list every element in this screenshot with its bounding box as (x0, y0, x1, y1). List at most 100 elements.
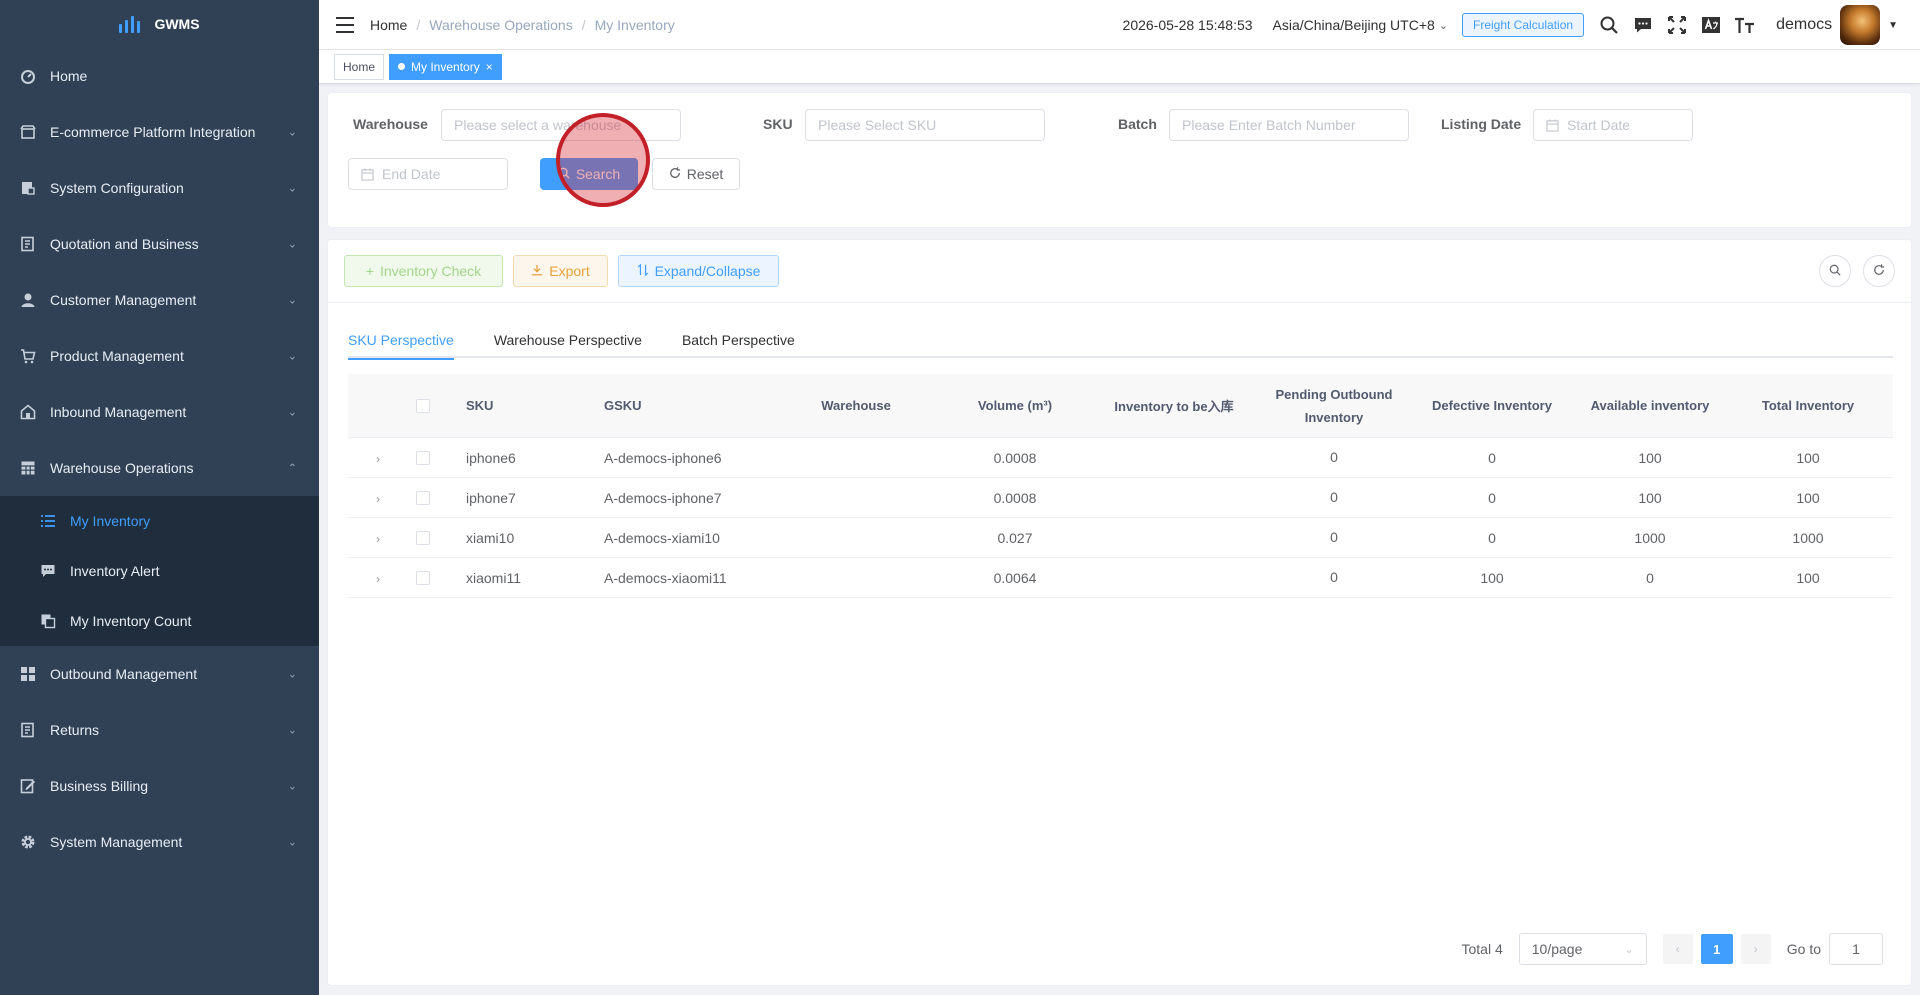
refresh-button[interactable] (1863, 255, 1895, 287)
font-size-icon[interactable] (1734, 14, 1756, 36)
tag-label: My Inventory (411, 59, 480, 74)
tab-sku-perspective[interactable]: SKU Perspective (348, 322, 454, 360)
sidebar-item-ecommerce[interactable]: E-commerce Platform Integration ⌄ (0, 104, 319, 160)
close-icon[interactable]: × (486, 60, 493, 74)
cell-total: 100 (1796, 449, 1820, 466)
sidebar-item-outbound-management[interactable]: Outbound Management ⌄ (0, 646, 319, 702)
app-name: GWMS (154, 16, 200, 32)
row-checkbox[interactable] (416, 530, 430, 545)
grid-icon (20, 666, 36, 682)
row-checkbox[interactable] (416, 570, 430, 585)
dashboard-icon (20, 68, 36, 84)
sidebar-item-label: E-commerce Platform Integration (50, 124, 256, 140)
search-icon (1829, 263, 1841, 279)
cell-volume: 0.027 (997, 529, 1033, 546)
timezone-select[interactable]: Asia/China/Beijing UTC+8 ⌄ (1273, 17, 1448, 33)
warehouse-icon (20, 404, 36, 420)
tab-batch-perspective[interactable]: Batch Perspective (682, 322, 795, 358)
fullscreen-icon[interactable] (1666, 14, 1688, 36)
cart-icon (20, 348, 36, 364)
search-button-label: Search (575, 166, 621, 182)
freight-calculation-button[interactable]: Freight Calculation (1462, 13, 1585, 37)
tag-my-inventory[interactable]: My Inventory × (389, 53, 502, 80)
expand-row-icon[interactable]: › (376, 532, 380, 546)
cell-gsku: A-democs-iphone7 (604, 489, 722, 506)
cell-available: 0 (1646, 569, 1654, 586)
sku-select[interactable]: Please Select SKU (805, 109, 1045, 141)
expand-collapse-button[interactable]: Expand/Collapse (618, 255, 779, 287)
chevron-up-icon: ⌃ (287, 462, 297, 475)
list-icon (40, 513, 56, 529)
refresh-icon (1873, 263, 1885, 279)
download-icon (531, 263, 543, 279)
chevron-down-icon: ⌄ (287, 780, 297, 793)
col-header-to-be-inbound: Inventory to be入库 (1114, 399, 1234, 414)
search-icon[interactable] (1598, 14, 1620, 36)
export-label: Export (549, 263, 590, 279)
perspective-tabs: SKU Perspective Warehouse Perspective Ba… (348, 322, 1893, 360)
chevron-down-icon: ⌄ (287, 238, 297, 251)
reset-button-label: Reset (686, 166, 724, 182)
select-all-checkbox[interactable] (416, 398, 430, 413)
avatar[interactable] (1840, 5, 1881, 45)
row-checkbox[interactable] (416, 450, 430, 465)
sidebar-item-product-management[interactable]: Product Management ⌄ (0, 328, 319, 384)
sidebar-subitem-inventory-alert[interactable]: Inventory Alert (0, 546, 319, 596)
expand-row-icon[interactable]: › (376, 572, 380, 586)
prev-page-button[interactable]: ‹ (1662, 934, 1693, 964)
hamburger-menu-icon[interactable] (336, 16, 354, 33)
message-icon[interactable] (1632, 14, 1654, 36)
app-logo[interactable]: GWMS (0, 0, 319, 48)
sidebar-subitem-my-inventory[interactable]: My Inventory (0, 496, 319, 546)
export-button[interactable]: Export (513, 255, 608, 287)
col-header-sku: SKU (466, 398, 494, 413)
end-date-input[interactable]: End Date (348, 158, 508, 190)
sidebar-item-quotation[interactable]: Quotation and Business ⌄ (0, 216, 319, 272)
sidebar-subitem-label: Inventory Alert (70, 563, 160, 579)
batch-label: Batch (1118, 116, 1157, 132)
action-toolbar: + Inventory Check Export Expand/Collapse (344, 255, 779, 287)
search-button[interactable]: Search (540, 158, 638, 190)
breadcrumb-item-home[interactable]: Home (370, 17, 407, 33)
reset-button[interactable]: Reset (652, 158, 740, 190)
warehouse-select[interactable]: Please select a warehouse (441, 109, 681, 141)
sidebar-item-home[interactable]: Home (0, 48, 319, 104)
toggle-search-button[interactable] (1819, 255, 1851, 287)
sidebar-item-label: System Configuration (50, 180, 184, 196)
sidebar-item-system-configuration[interactable]: System Configuration ⌄ (0, 160, 319, 216)
return-icon (20, 722, 36, 738)
expand-row-icon[interactable]: › (376, 452, 380, 466)
translate-icon[interactable] (1700, 14, 1722, 36)
sidebar-item-returns[interactable]: Returns ⌄ (0, 702, 319, 758)
username[interactable]: democs (1776, 16, 1832, 34)
sidebar-item-customer-management[interactable]: Customer Management ⌄ (0, 272, 319, 328)
sidebar-item-warehouse-operations[interactable]: Warehouse Operations ⌃ (0, 440, 319, 496)
cell-available: 1000 (1634, 529, 1666, 546)
sidebar-item-label: Home (50, 68, 88, 84)
page-number-1[interactable]: 1 (1700, 934, 1733, 964)
tab-warehouse-perspective[interactable]: Warehouse Perspective (494, 322, 642, 358)
start-date-input[interactable]: Start Date (1533, 109, 1693, 141)
sidebar-item-label: Business Billing (50, 778, 149, 794)
row-checkbox[interactable] (416, 490, 430, 505)
sidebar-item-label: Returns (50, 722, 100, 738)
tag-home[interactable]: Home (334, 53, 385, 80)
sort-icon (637, 263, 649, 279)
batch-input[interactable]: Please Enter Batch Number (1169, 109, 1409, 141)
caret-down-icon[interactable]: ▼ (1888, 20, 1898, 31)
goto-page-input[interactable] (1829, 933, 1883, 965)
sidebar-item-business-billing[interactable]: Business Billing ⌄ (0, 758, 319, 814)
expand-row-icon[interactable]: › (376, 492, 380, 506)
sku-label: SKU (763, 116, 793, 132)
page-size-select[interactable]: 10/page ⌄ (1518, 933, 1647, 965)
chevron-down-icon: ⌄ (287, 182, 297, 195)
next-page-button[interactable]: › (1740, 934, 1771, 964)
table-tools (1819, 255, 1895, 287)
document-icon (20, 236, 36, 252)
sidebar-item-inbound-management[interactable]: Inbound Management ⌄ (0, 384, 319, 440)
breadcrumb-item-warehouse-operations[interactable]: Warehouse Operations (429, 17, 572, 33)
sidebar-item-system-management[interactable]: System Management ⌄ (0, 814, 319, 870)
sidebar-subitem-my-inventory-count[interactable]: My Inventory Count (0, 596, 319, 646)
sidebar-item-label: Customer Management (50, 292, 197, 308)
inventory-check-button[interactable]: + Inventory Check (344, 255, 503, 287)
